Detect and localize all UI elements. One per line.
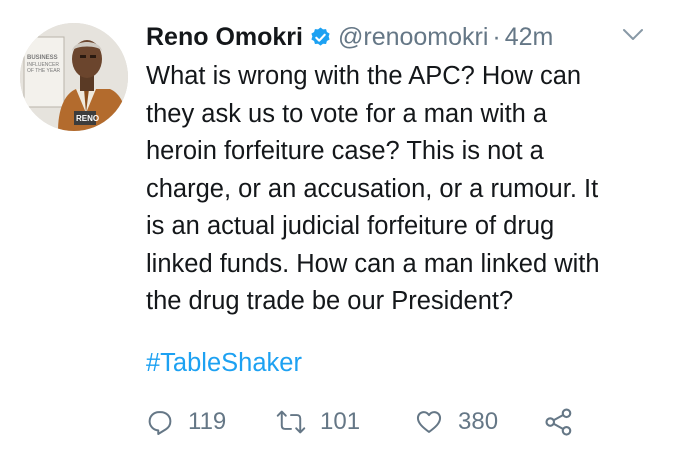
tweet-text-line: charge, or an accusation, or a rumour. I… — [146, 174, 599, 203]
avatar-badge: RENO — [76, 114, 99, 123]
author-handle[interactable]: @renoomokri — [338, 23, 488, 52]
tweet-text-line: linked funds. How can a man linked with — [146, 249, 600, 278]
hashtag-link[interactable]: #TableShaker — [146, 349, 302, 378]
retweet-count: 101 — [320, 408, 361, 435]
tweet-header: Reno Omokri @renoomokri · 42m — [146, 20, 553, 54]
retweet-button[interactable]: 101 — [276, 402, 360, 442]
reply-icon — [148, 411, 172, 436]
share-button[interactable] — [544, 402, 574, 442]
tweet-text-line: they ask us to vote for a man with a — [146, 99, 548, 128]
avatar-image: BUSINESS INFLUENCER OF THE YEAR RENO — [20, 23, 128, 131]
tweet-text-line: What is wrong with the APC? How can — [146, 62, 582, 90]
share-icon — [545, 408, 572, 436]
reply-button[interactable]: 119 — [146, 402, 226, 442]
avatar-text-3: OF THE YEAR — [27, 68, 61, 74]
tweet-text: What is wrong with the APC? How can they… — [146, 58, 656, 321]
tweet-actions: 119 101 380 — [146, 402, 646, 442]
separator-dot: · — [492, 22, 501, 51]
tweet-timestamp[interactable]: 42m — [505, 23, 554, 52]
like-count: 380 — [458, 408, 499, 435]
heart-icon — [416, 411, 442, 433]
verified-badge-icon — [309, 26, 332, 49]
tweet-text-line: the drug trade be our President? — [146, 287, 514, 315]
chevron-down-icon[interactable] — [622, 28, 644, 47]
tweet-text-line: is an actual judicial forfeiture of drug — [146, 212, 555, 240]
author-name[interactable]: Reno Omokri — [146, 23, 303, 52]
avatar-text-1: BUSINESS — [27, 55, 58, 61]
tweet-text-line: heroin forfeiture case? This is not a — [146, 137, 544, 165]
like-button[interactable]: 380 — [414, 402, 498, 442]
reply-count: 119 — [188, 408, 227, 435]
avatar[interactable]: BUSINESS INFLUENCER OF THE YEAR RENO — [20, 23, 128, 131]
retweet-icon — [276, 410, 306, 434]
